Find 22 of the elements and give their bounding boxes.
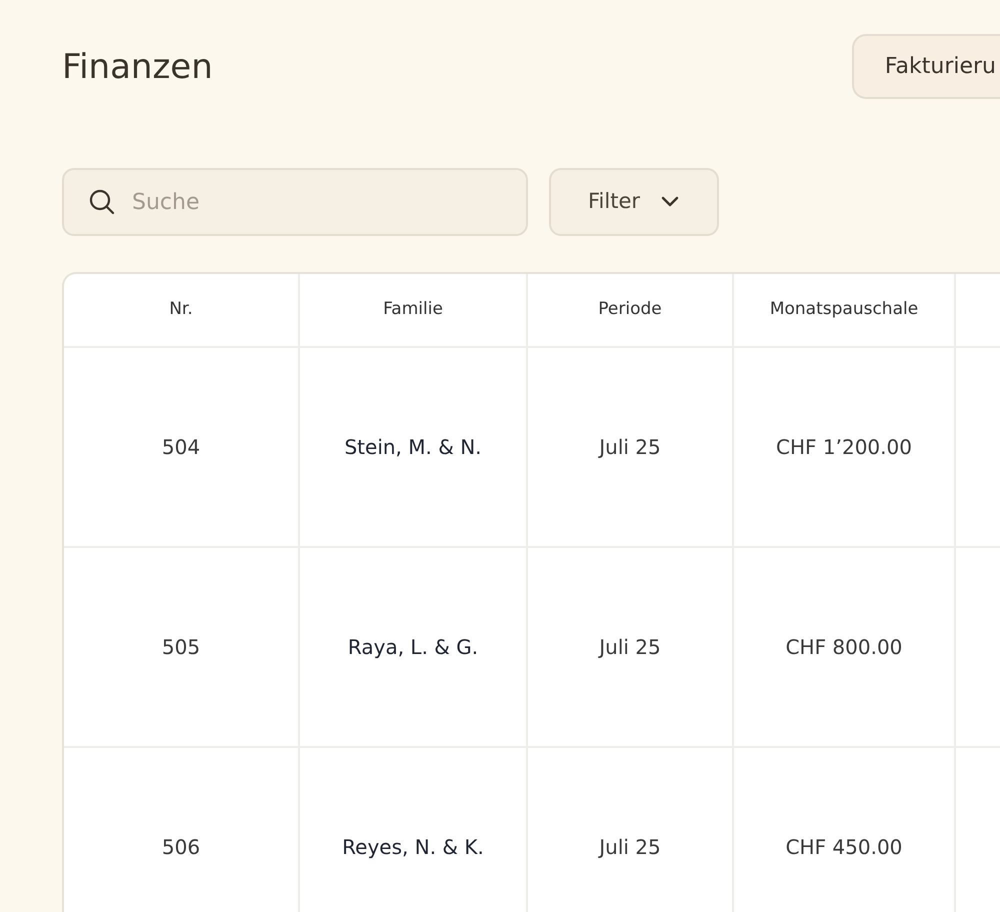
table-cell: Stein, M. & N. [300, 348, 528, 548]
table-cell: Reyes, N. & K. [300, 748, 528, 912]
column-header: Familie [300, 274, 528, 348]
column-header: Monatspauschale [734, 274, 956, 348]
column-header: Periode [528, 274, 734, 348]
table-cell: Juli 25 [528, 548, 734, 748]
chevron-down-icon [660, 196, 680, 208]
table-cell: 505 [64, 548, 300, 748]
column-header: Nr. [64, 274, 300, 348]
table-cell: Juli 25 [528, 348, 734, 548]
table-cell: CHF 800.00 [734, 548, 956, 748]
page-title: Finanzen [62, 47, 213, 88]
table-cell: 506 [64, 748, 300, 912]
invoice-button[interactable]: Fakturieru [852, 34, 1000, 99]
table-cell: CHF 450.00 [734, 748, 956, 912]
search-icon [88, 188, 116, 216]
table-cell: Raya, L. & G. [300, 548, 528, 748]
search-field[interactable]: Suche [62, 168, 528, 236]
table-cell: Juli 25 [528, 748, 734, 912]
filter-dropdown[interactable]: Filter [549, 168, 719, 236]
table-cell: 504 [64, 348, 300, 548]
table-cell: CHF 1’200.00 [734, 348, 956, 548]
